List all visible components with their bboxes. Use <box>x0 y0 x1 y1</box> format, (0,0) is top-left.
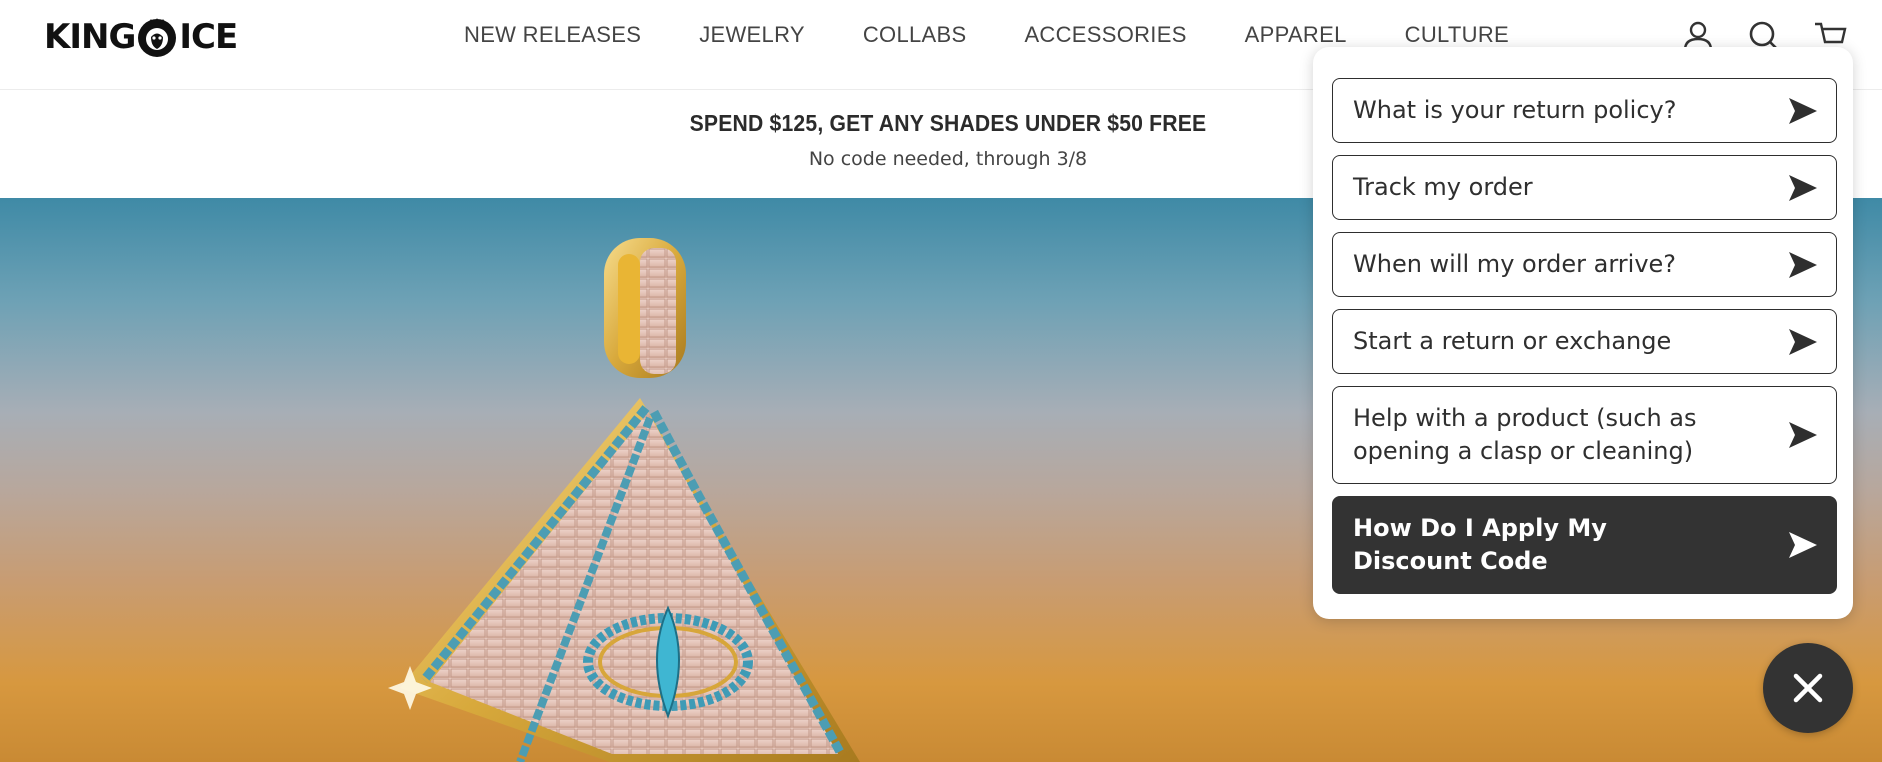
nav-jewelry[interactable]: JEWELRY <box>699 22 805 48</box>
chat-option-label: Track my order <box>1353 173 1533 201</box>
logo-text-ice: ICE <box>179 17 238 57</box>
chat-option-label: How Do I Apply My Discount Code <box>1353 514 1607 575</box>
close-icon <box>1793 673 1823 703</box>
nav-apparel[interactable]: APPAREL <box>1245 22 1347 48</box>
send-icon <box>1789 97 1817 124</box>
send-icon <box>1789 532 1817 558</box>
chat-option-return-exchange[interactable]: Start a return or exchange <box>1332 309 1837 374</box>
chat-option-label: When will my order arrive? <box>1353 250 1677 278</box>
send-icon <box>1789 422 1817 448</box>
main-nav: NEW RELEASES JEWELRY COLLABS ACCESSORIES… <box>464 22 1509 48</box>
logo-text-king: KING <box>44 17 136 57</box>
chat-option-order-arrival[interactable]: When will my order arrive? <box>1332 232 1837 297</box>
chat-quick-replies-panel: What is your return policy? Track my ord… <box>1313 47 1853 619</box>
nav-collabs[interactable]: COLLABS <box>863 22 967 48</box>
brand-logo[interactable]: KING ICE <box>44 12 272 62</box>
chat-option-discount-code[interactable]: How Do I Apply My Discount Code <box>1332 496 1837 594</box>
chat-option-label: Help with a product (such as opening a c… <box>1353 404 1697 465</box>
chat-option-product-help[interactable]: Help with a product (such as opening a c… <box>1332 386 1837 484</box>
send-icon <box>1789 251 1817 278</box>
lion-crest-icon <box>138 18 177 57</box>
chat-option-label: Start a return or exchange <box>1353 327 1672 355</box>
chat-option-label: What is your return policy? <box>1353 96 1677 124</box>
nav-accessories[interactable]: ACCESSORIES <box>1024 22 1186 48</box>
send-icon <box>1789 328 1817 355</box>
nav-culture[interactable]: CULTURE <box>1405 22 1509 48</box>
chat-option-return-policy[interactable]: What is your return policy? <box>1332 78 1837 143</box>
chat-close-button[interactable] <box>1763 643 1853 733</box>
nav-new-releases[interactable]: NEW RELEASES <box>464 22 641 48</box>
chat-option-track-order[interactable]: Track my order <box>1332 155 1837 220</box>
send-icon <box>1789 174 1817 201</box>
